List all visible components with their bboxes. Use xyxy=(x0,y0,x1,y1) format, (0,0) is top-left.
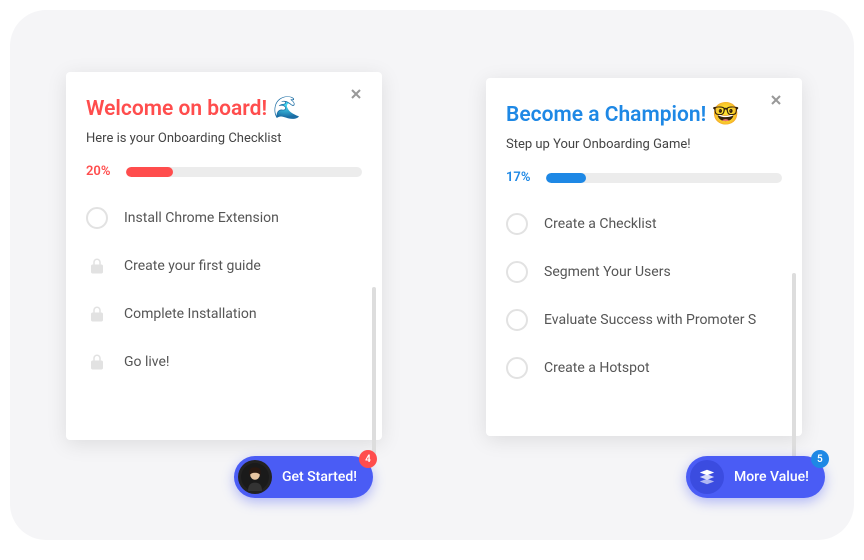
wave-icon: 🌊 xyxy=(273,96,300,121)
item-label: Create a Hotspot xyxy=(544,360,650,376)
app-container: Welcome on board! 🌊 Here is your Onboard… xyxy=(10,10,854,540)
item-label: Create your first guide xyxy=(124,258,261,274)
cta-label: Get Started! xyxy=(282,469,357,485)
circle-icon xyxy=(506,213,528,235)
scrollbar[interactable] xyxy=(372,287,376,457)
notification-badge: 5 xyxy=(811,450,829,468)
champion-card: Become a Champion! 🤓 Step up Your Onboar… xyxy=(486,78,802,436)
avatar-icon xyxy=(241,463,269,491)
nerd-icon: 🤓 xyxy=(712,102,739,127)
progress-fill xyxy=(546,173,586,183)
lock-icon xyxy=(86,303,108,325)
card-title-text: Welcome on board! xyxy=(86,97,267,121)
checklist-item[interactable]: Create a Hotspot xyxy=(506,357,782,379)
item-label: Evaluate Success with Promoter S xyxy=(544,312,756,328)
get-started-button[interactable]: Get Started! 4 xyxy=(234,456,373,498)
progress-row: 17% xyxy=(506,170,782,185)
checklist-item[interactable]: Segment Your Users xyxy=(506,261,782,283)
close-button[interactable] xyxy=(768,92,788,112)
circle-icon xyxy=(506,357,528,379)
checklist-item[interactable]: Evaluate Success with Promoter S xyxy=(506,309,782,331)
notification-badge: 4 xyxy=(359,450,377,468)
checklist: Install Chrome Extension Create your fir… xyxy=(86,201,362,373)
card-subtitle: Step up Your Onboarding Game! xyxy=(506,137,782,152)
progress-bar xyxy=(126,167,362,177)
lock-icon xyxy=(86,255,108,277)
more-value-button[interactable]: More Value! 5 xyxy=(686,456,825,498)
item-label: Install Chrome Extension xyxy=(124,210,279,226)
item-label: Complete Installation xyxy=(124,306,257,322)
card-title: Welcome on board! 🌊 xyxy=(86,96,362,121)
progress-fill xyxy=(126,167,173,177)
item-label: Segment Your Users xyxy=(544,264,671,280)
card-subtitle: Here is your Onboarding Checklist xyxy=(86,131,362,146)
card-title: Become a Champion! 🤓 xyxy=(506,102,782,127)
checklist-item[interactable]: Install Chrome Extension xyxy=(86,207,362,229)
item-label: Create a Checklist xyxy=(544,216,657,232)
logo-icon xyxy=(690,460,724,494)
lock-icon xyxy=(86,351,108,373)
checklist-item[interactable]: Complete Installation xyxy=(86,303,362,325)
checklist: Create a Checklist Segment Your Users Ev… xyxy=(506,207,782,379)
progress-percentage: 17% xyxy=(506,170,536,185)
item-label: Go live! xyxy=(124,354,170,370)
checklist-item[interactable]: Create a Checklist xyxy=(506,213,782,235)
onboarding-card: Welcome on board! 🌊 Here is your Onboard… xyxy=(66,72,382,440)
checklist-item[interactable]: Create your first guide xyxy=(86,255,362,277)
circle-icon xyxy=(506,309,528,331)
scrollbar[interactable] xyxy=(792,273,796,463)
circle-icon xyxy=(506,261,528,283)
card-title-text: Become a Champion! xyxy=(506,103,706,127)
close-button[interactable] xyxy=(348,86,368,106)
progress-row: 20% xyxy=(86,164,362,179)
avatar xyxy=(238,460,272,494)
checklist-item[interactable]: Go live! xyxy=(86,351,362,373)
progress-percentage: 20% xyxy=(86,164,116,179)
circle-icon xyxy=(86,207,108,229)
stack-icon xyxy=(698,468,716,486)
close-icon xyxy=(768,92,784,108)
close-icon xyxy=(348,86,364,102)
progress-bar xyxy=(546,173,782,183)
cta-label: More Value! xyxy=(734,469,809,485)
